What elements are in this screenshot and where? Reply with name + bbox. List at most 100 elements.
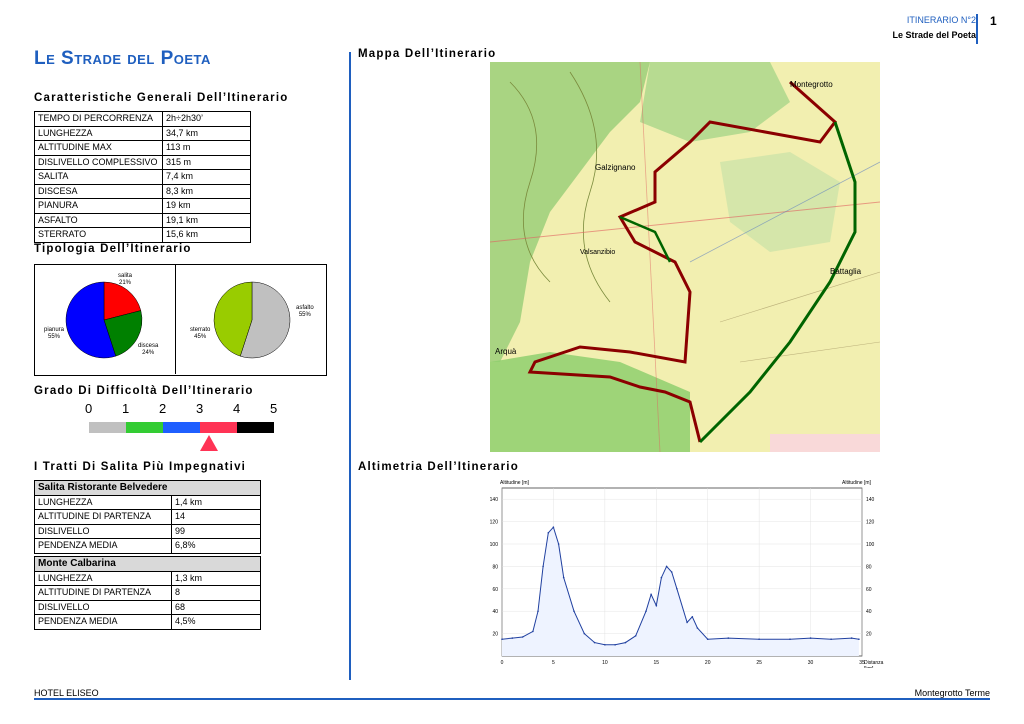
general-row-value: 113 m <box>162 140 251 156</box>
x-tick-label: 5 <box>552 660 555 666</box>
altitude-point <box>583 632 586 635</box>
altitude-point <box>562 576 565 579</box>
column-divider <box>349 52 351 680</box>
altitude-point <box>537 610 539 612</box>
pie2-label-asfalto: asfalto 55% <box>296 305 314 318</box>
difficulty-scale-number: 2 <box>159 401 167 416</box>
y-tick-label-left: 120 <box>490 520 499 526</box>
altitude-point <box>511 637 514 639</box>
page-title: Le Strade del Poeta <box>34 48 211 69</box>
map-place-arqua: Arquà <box>495 347 517 356</box>
general-row: PIANURA 19 km <box>34 198 251 214</box>
altitude-point <box>593 641 596 644</box>
pie2-label-sterrato: sterrato 45% <box>190 327 211 340</box>
general-row-value: 7,4 km <box>162 169 251 185</box>
general-row: DISCESA 8,3 km <box>34 183 251 199</box>
general-row-key: STERRATO <box>34 227 163 243</box>
climb-row-value: 14 <box>171 509 261 525</box>
climb-row-value: 4,5% <box>171 614 261 630</box>
itinerary-subtitle: Le Strade del Poeta <box>892 30 976 40</box>
altitude-point <box>557 543 560 545</box>
general-row: ALTITUDINE MAX 113 m <box>34 140 251 156</box>
footer-location: Montegrotto Terme <box>914 688 990 698</box>
pie1-label-salita: salita 21% <box>118 273 133 286</box>
general-row-value: 19,1 km <box>162 212 251 228</box>
header-divider <box>976 14 978 44</box>
section-climbs-title: I Tratti Di Salita Più Impegnativi <box>34 461 247 473</box>
climb-row: ALTITUDINE DI PARTENZA 8 <box>34 585 261 601</box>
climb-table-calbarina: Monte Calbarina LUNGHEZZA 1,3 km ALTITUDINE… <box>34 556 261 630</box>
climb-row-value: 1,4 km <box>171 494 261 510</box>
difficulty-scale-number: 0 <box>85 401 93 416</box>
climb-row-value: 6,8% <box>171 538 261 554</box>
section-difficulty-title: Grado Di Difficoltà Dell’Itinerario <box>34 385 254 397</box>
climb-row-value: 8 <box>171 585 261 601</box>
general-row: DISLIVELLO COMPLESSIVO 315 m <box>34 154 251 170</box>
y-axis-label-right: Altitudine [m] <box>842 480 872 486</box>
altitude-point <box>573 610 575 612</box>
general-row-key: ALTITUDINE MAX <box>34 140 163 156</box>
general-row-key: TEMPO DI PERCORRENZA <box>34 111 163 127</box>
y-tick-label-right: 60 <box>866 587 872 593</box>
climb-name: Monte Calbarina <box>34 556 261 572</box>
altitude-point <box>547 532 550 534</box>
climb-row: PENDENZA MEDIA 4,5% <box>34 614 261 630</box>
route-map[interactable]: Montegrotto Galzignano Valsanzibio Batta… <box>490 62 880 452</box>
y-tick-label-left: 80 <box>492 564 498 570</box>
general-row-value: 315 m <box>162 154 251 170</box>
section-general-title: Caratteristiche Generali Dell’Itinerario <box>34 92 289 104</box>
pie1-label-pianura: pianura 55% <box>44 327 65 340</box>
climb-row-value: 1,3 km <box>171 570 261 586</box>
altitude-point <box>624 641 627 644</box>
section-map-title: Mappa Dell’Itinerario <box>358 48 497 60</box>
difficulty-scale-number: 1 <box>122 401 130 416</box>
y-tick-label-left: 140 <box>490 497 499 503</box>
altitude-point <box>552 526 555 528</box>
page-number: 1 <box>990 14 997 28</box>
difficulty-bar-segment <box>126 422 163 433</box>
y-tick-label-left: 100 <box>490 542 499 548</box>
difficulty-bar-segment <box>163 422 200 433</box>
climb-row: PENDENZA MEDIA 6,8% <box>34 538 261 554</box>
difficulty-bar-segment <box>200 422 237 433</box>
altitude-point <box>542 565 544 568</box>
general-row-key: PIANURA <box>34 198 163 214</box>
altitude-point <box>789 638 791 640</box>
general-row-key: LUNGHEZZA <box>34 125 163 141</box>
difficulty-marker-icon <box>200 435 219 451</box>
map-place-galzignano: Galzignano <box>595 163 636 172</box>
altitude-point <box>758 638 760 640</box>
altitude-point <box>727 637 730 639</box>
altitude-point <box>665 565 668 568</box>
altitude-point <box>676 588 678 590</box>
section-altimetry-title: Altimetria Dell’Itinerario <box>358 461 519 473</box>
y-tick-label-right: 140 <box>866 497 875 503</box>
general-row: ASFALTO 19,1 km <box>34 212 251 228</box>
difficulty-scale-number: 3 <box>196 401 204 416</box>
general-row-value: 2h÷2h30’ <box>162 111 251 127</box>
section-typology-title: Tipologia Dell’Itinerario <box>34 243 192 255</box>
general-row-value: 19 km <box>162 198 251 214</box>
pie-terrain <box>65 281 143 359</box>
general-row-value: 8,3 km <box>162 183 251 199</box>
climb-row-key: ALTITUDINE DI PARTENZA <box>34 509 172 525</box>
altitude-point <box>691 616 694 618</box>
general-table: TEMPO DI PERCORRENZA 2h÷2h30’ LUNGHEZZA 34,… <box>34 111 251 243</box>
general-row: STERRATO 15,6 km <box>34 227 251 243</box>
pie1-label-discesa: discesa 24% <box>138 343 159 356</box>
x-tick-label: 30 <box>808 660 814 666</box>
map-place-valsanzibio: Valsanzibio <box>580 249 615 256</box>
x-tick-label: 20 <box>705 660 711 666</box>
altitude-point <box>686 621 688 624</box>
general-row-key: DISCESA <box>34 183 163 199</box>
x-tick-label: 25 <box>756 660 762 666</box>
altitude-point <box>614 644 616 646</box>
climb-row: DISLIVELLO 99 <box>34 523 261 539</box>
y-tick-label-left: 20 <box>492 632 498 638</box>
altitude-point <box>858 638 860 640</box>
altitude-point <box>655 604 658 607</box>
general-row-value: 34,7 km <box>162 125 251 141</box>
altitude-point <box>696 627 699 629</box>
altitude-point <box>650 593 652 596</box>
y-tick-label-left: 40 <box>492 609 498 615</box>
